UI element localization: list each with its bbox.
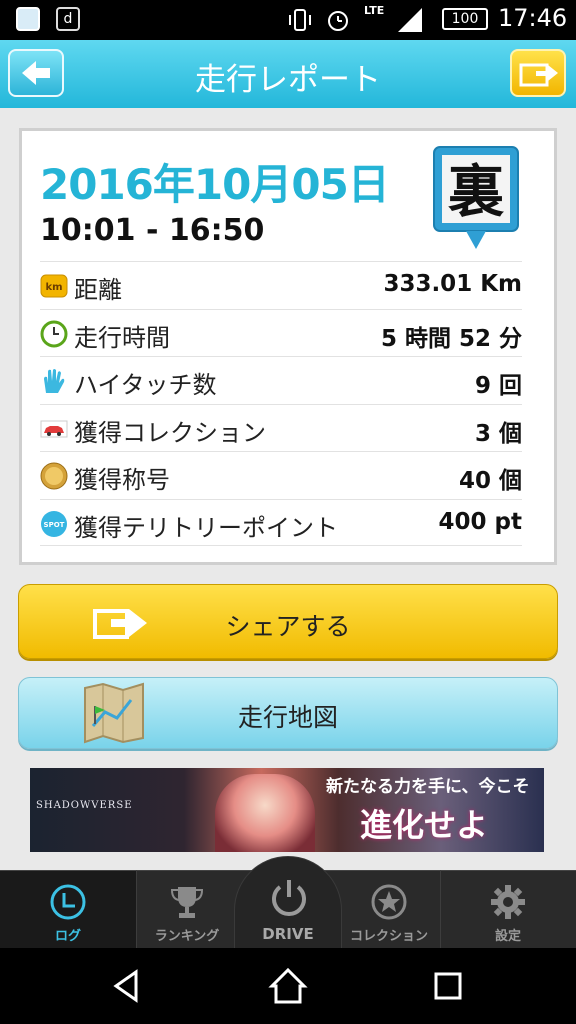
nav-settings[interactable]: 設定 [440, 871, 576, 949]
status-bar: d LTE 100 17:46 [0, 0, 576, 40]
drive-report-card: 2016年10月05日 10:01 - 16:50 裏 km 距離 333.01… [19, 128, 557, 565]
report-time-range: 10:01 - 16:50 [40, 213, 265, 248]
back-triangle-icon[interactable] [108, 966, 148, 1006]
mode-badge-icon: 裏 [433, 146, 519, 249]
drive-map-button[interactable]: 走行地図 [18, 677, 558, 749]
trophy-icon [170, 887, 204, 918]
stat-label: 距離 [74, 276, 122, 304]
notification-d-icon: d [56, 7, 80, 31]
stat-row-territory: SPOT 獲得テリトリーポイント 400 pt [40, 498, 522, 546]
ad-brand: SHADOWVERSE [36, 800, 133, 811]
status-time: 17:46 [498, 4, 568, 32]
home-icon[interactable] [268, 966, 308, 1006]
badge-char: 裏 [448, 159, 504, 225]
svg-text:SPOT: SPOT [44, 521, 65, 529]
drive-label: DRIVE [262, 925, 314, 943]
recents-icon[interactable] [428, 966, 468, 1006]
share-button[interactable]: シェアする [18, 584, 558, 659]
stat-value: 400 pt [438, 508, 522, 535]
title-medal-icon [40, 462, 68, 490]
vibrate-icon [286, 6, 314, 42]
log-clock-icon [50, 884, 86, 920]
signal-icon [396, 6, 424, 42]
stat-value: 5 時間 52 分 [380, 325, 522, 352]
nav-ranking-label: ランキング [154, 929, 220, 944]
stat-label: 獲得テリトリーポイント [74, 513, 338, 542]
power-icon [272, 880, 306, 916]
stat-value: 9 回 [474, 373, 522, 399]
share-icon [519, 63, 558, 87]
stat-label: ハイタッチ数 [74, 371, 217, 399]
nav-ranking[interactable]: ランキング [136, 871, 238, 949]
nav-divider [136, 870, 137, 948]
notification-app-icon [16, 7, 40, 31]
ad-tagline: 新たなる力を手に、今こそ [326, 777, 530, 797]
stat-row-titles: 獲得称号 40 個 [40, 451, 522, 499]
advertisement-banner[interactable]: SHADOWVERSE 新たなる力を手に、今こそ 進化せよ [30, 768, 544, 852]
stat-value: 40 個 [458, 468, 522, 494]
clock-icon [40, 320, 68, 347]
nav-collection-label: コレクション [349, 929, 428, 944]
star-badge-icon [371, 884, 407, 920]
report-stats: km 距離 333.01 Km 走行時間 5 時間 52 分 ハイタッチ数 9 … [40, 261, 522, 546]
page-title: 走行レポート [195, 62, 381, 98]
stat-row-drive-time: 走行時間 5 時間 52 分 [40, 308, 522, 357]
map-button-label: 走行地図 [237, 703, 338, 732]
header-share-button[interactable] [510, 49, 566, 97]
nav-divider [440, 870, 441, 948]
nav-log-label: ログ [54, 929, 81, 944]
report-date: 2016年10月05日 [40, 160, 390, 209]
stat-row-distance: km 距離 333.01 Km [40, 261, 522, 309]
stat-row-high-touch: ハイタッチ数 9 回 [40, 356, 522, 404]
stat-value: 3 個 [474, 420, 522, 447]
stat-row-collection: 獲得コレクション 3 個 [40, 403, 522, 452]
nav-collection[interactable]: コレクション [338, 871, 440, 949]
stat-value: 333.01 Km [383, 271, 522, 297]
alarm-icon [324, 6, 352, 42]
ad-headline: 進化せよ [360, 806, 489, 844]
svg-text:km: km [45, 282, 62, 293]
app-header: 走行レポート [0, 40, 576, 108]
car-icon [40, 420, 68, 437]
km-icon: km [40, 274, 68, 298]
stat-label: 獲得称号 [74, 466, 170, 494]
nav-settings-label: 設定 [494, 929, 521, 944]
network-type: LTE [364, 4, 385, 17]
spot-icon: SPOT [41, 510, 67, 537]
high-five-icon [44, 369, 65, 393]
gear-icon [491, 885, 525, 919]
nav-log[interactable]: ログ [0, 871, 136, 949]
share-button-label: シェアする [225, 612, 351, 641]
stat-label: 走行時間 [74, 323, 170, 352]
stat-label: 獲得コレクション [74, 418, 266, 447]
battery-indicator: 100 [442, 8, 488, 30]
ad-character-image [215, 774, 315, 852]
system-nav-bar [0, 948, 576, 1024]
